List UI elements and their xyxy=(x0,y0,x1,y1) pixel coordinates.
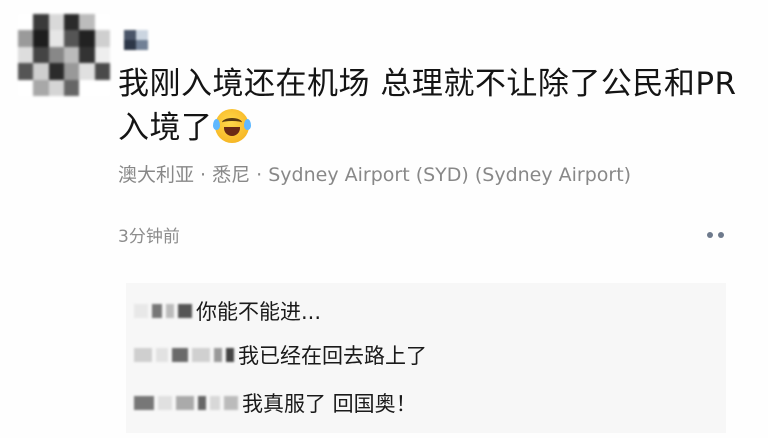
tears-of-joy-emoji xyxy=(212,109,251,143)
comment-text: 我已经在回去路上了 xyxy=(238,344,427,368)
commenter-name-blurred xyxy=(134,304,192,318)
post-text: 我刚入境还在机场 总理就不让除了公民和PR入境了 xyxy=(118,62,738,150)
more-options-icon[interactable] xyxy=(700,226,730,244)
comment-3[interactable]: 我真服了 回国奥！ xyxy=(134,387,417,419)
comments-section: 你能不能进... 我已经在回去路上了 我真服了 回国奥！ xyxy=(126,283,726,433)
avatar[interactable] xyxy=(18,14,110,96)
commenter-name-blurred xyxy=(134,348,234,362)
comment-text: 我真服了 回国奥！ xyxy=(242,392,417,416)
comment-2[interactable]: 我已经在回去路上了 xyxy=(134,339,427,371)
location-link[interactable]: 澳大利亚 · 悉尼 · Sydney Airport (SYD) (Sydney… xyxy=(118,160,631,187)
post-text-content: 我刚入境还在机场 总理就不让除了公民和PR入境了 xyxy=(118,66,737,146)
moments-post: 我刚入境还在机场 总理就不让除了公民和PR入境了 澳大利亚 · 悉尼 · Syd… xyxy=(0,0,768,438)
comment-text: 你能不能进... xyxy=(196,300,322,324)
commenter-name-blurred xyxy=(134,396,238,410)
post-timestamp: 3分钟前 xyxy=(118,227,180,247)
username-blurred[interactable] xyxy=(124,30,148,50)
comment-1[interactable]: 你能不能进... xyxy=(134,295,321,327)
